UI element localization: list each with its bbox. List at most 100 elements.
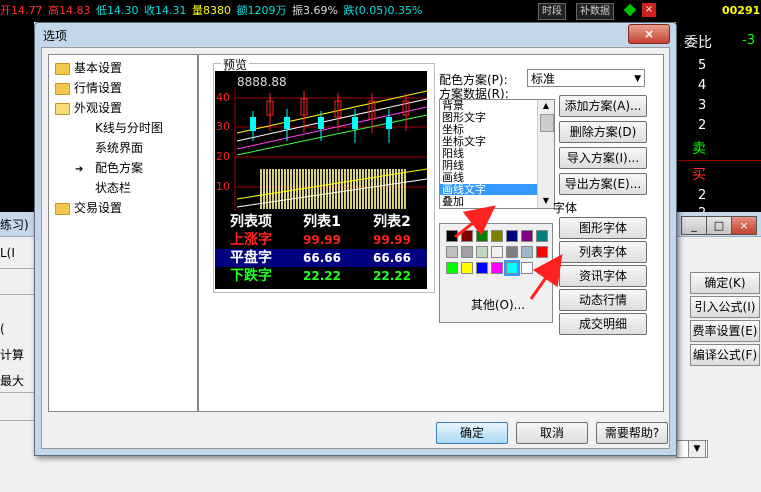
- period-button[interactable]: 时段: [538, 3, 566, 20]
- ask-level: 3: [698, 98, 707, 113]
- trend-line: [236, 106, 427, 150]
- scheme-select-value: 标准: [531, 72, 556, 86]
- other-color-button[interactable]: 其他(O)...: [455, 295, 541, 315]
- list-item[interactable]: 背景: [442, 100, 464, 111]
- color-swatch[interactable]: [461, 246, 473, 258]
- color-swatch[interactable]: [461, 262, 473, 274]
- color-swatch[interactable]: [521, 262, 533, 274]
- tree-item-label: 外观设置: [74, 101, 123, 115]
- rate-settings-button[interactable]: 费率设置(E): [690, 320, 760, 342]
- list-item-selected[interactable]: 画线文字: [440, 184, 538, 195]
- list-item[interactable]: 坐标文字: [442, 136, 486, 147]
- tree-item-color-scheme[interactable]: ➔ 配色方案: [75, 159, 143, 177]
- stock-code: 00291: [722, 4, 761, 17]
- font-group-label: 字体: [553, 201, 578, 215]
- chevron-down-icon[interactable]: ▼: [688, 440, 706, 458]
- ask-level: 2: [698, 118, 707, 133]
- compile-formula-button[interactable]: 编译公式(F): [690, 344, 760, 366]
- y-tick: 10: [216, 180, 230, 193]
- color-swatch[interactable]: [446, 230, 458, 242]
- minimize-button[interactable]: _: [681, 216, 707, 235]
- tree-item-system-ui[interactable]: 系统界面: [95, 139, 143, 157]
- tree-item-kline[interactable]: K线与分时图: [95, 119, 163, 137]
- color-swatch[interactable]: [491, 262, 503, 274]
- color-swatch[interactable]: [476, 246, 488, 258]
- color-swatch[interactable]: [506, 230, 518, 242]
- tree-item-label: 状态栏: [95, 181, 132, 195]
- scroll-up-icon[interactable]: ▲: [539, 100, 553, 112]
- list-scrollbar[interactable]: ▲ ▼: [537, 100, 554, 208]
- weibi-label: 委比: [684, 35, 712, 51]
- color-swatch[interactable]: [476, 262, 488, 274]
- candle: [352, 117, 358, 129]
- folder-open-icon: [55, 102, 70, 115]
- color-swatch[interactable]: [491, 230, 503, 242]
- scheme-select[interactable]: 标准 ▼: [527, 69, 645, 87]
- color-swatch[interactable]: [476, 230, 488, 242]
- table-row: 下跌字 22.22 22.22: [215, 267, 427, 285]
- table-cell: 99.99: [303, 233, 341, 247]
- table-header: 列表2: [373, 214, 411, 230]
- tree-item-market[interactable]: 行情设置: [55, 79, 122, 97]
- color-swatch[interactable]: [504, 260, 520, 276]
- tree-item-basic[interactable]: 基本设置: [55, 59, 122, 77]
- candle: [284, 117, 290, 129]
- list-font-button[interactable]: 列表字体: [559, 241, 647, 263]
- table-header-row: 列表项 列表1 列表2: [215, 213, 427, 231]
- scroll-thumb[interactable]: [540, 114, 554, 132]
- color-swatch[interactable]: [506, 246, 518, 258]
- import-formula-button[interactable]: 引入公式(I): [690, 296, 760, 318]
- color-swatch[interactable]: [536, 246, 548, 258]
- cancel-button[interactable]: 取消: [516, 422, 588, 444]
- color-swatch[interactable]: [461, 230, 473, 242]
- diamond-icon[interactable]: [623, 3, 637, 17]
- chart-font-button[interactable]: 图形字体: [559, 217, 647, 239]
- maximize-button[interactable]: □: [706, 216, 732, 235]
- bg-label: L(I: [0, 246, 15, 260]
- y-tick: 20: [216, 150, 230, 163]
- chevron-down-icon: ▼: [634, 74, 641, 84]
- color-swatch[interactable]: [446, 262, 458, 274]
- color-swatch[interactable]: [521, 246, 533, 258]
- table-cell: 99.99: [373, 233, 411, 247]
- trade-detail-button[interactable]: 成交明细: [559, 313, 647, 335]
- tree-item-appearance[interactable]: 外观设置: [55, 99, 122, 117]
- options-tree: 基本设置 行情设置 外观设置 K线与分时图 系统界面 ➔ 配色方案 状态栏 交易设…: [48, 54, 198, 412]
- list-item[interactable]: 阳线: [442, 148, 464, 159]
- export-scheme-button[interactable]: 导出方案(E)...: [559, 173, 647, 195]
- color-swatch[interactable]: [491, 246, 503, 258]
- color-swatch[interactable]: [446, 246, 458, 258]
- bg-label: 计算: [0, 348, 25, 362]
- dynamic-quote-button[interactable]: 动态行情: [559, 289, 647, 311]
- tree-item-label: 系统界面: [95, 141, 144, 155]
- color-swatch[interactable]: [521, 230, 533, 242]
- preview-table: 列表项 列表1 列表2 上涨字 99.99 99.99 平盘字 66.66 66…: [215, 211, 427, 287]
- ok-button[interactable]: 确定: [436, 422, 508, 444]
- tree-item-statusbar[interactable]: 状态栏: [95, 179, 131, 197]
- scheme-data-list[interactable]: 背景 图形文字 坐标 坐标文字 阳线 阴线 画线 画线文字 叠加 ▲ ▼: [439, 99, 555, 209]
- tree-item-trading[interactable]: 交易设置: [55, 199, 122, 217]
- divider: [0, 420, 34, 421]
- list-item[interactable]: 坐标: [442, 124, 464, 135]
- color-swatch[interactable]: [536, 230, 548, 242]
- list-item[interactable]: 叠加: [442, 196, 464, 207]
- supplement-data-button[interactable]: 补数据: [576, 3, 614, 20]
- folder-icon: [55, 202, 70, 215]
- list-item[interactable]: 图形文字: [442, 112, 486, 123]
- divider: [0, 392, 34, 393]
- ok-k-button[interactable]: 确定(K): [690, 272, 760, 294]
- list-item[interactable]: 阴线: [442, 160, 464, 171]
- bg-close-button[interactable]: ×: [731, 216, 757, 235]
- table-cell: 上涨字: [230, 232, 272, 248]
- scroll-down-icon[interactable]: ▼: [539, 195, 553, 207]
- help-button[interactable]: 需要帮助?: [596, 422, 668, 444]
- import-scheme-button[interactable]: 导入方案(I)...: [559, 147, 647, 169]
- dialog-close-button[interactable]: ×: [628, 24, 670, 44]
- ticker-close: 收14.31: [144, 4, 187, 17]
- list-item[interactable]: 画线: [442, 172, 464, 183]
- delete-scheme-button[interactable]: 删除方案(D): [559, 121, 647, 143]
- add-scheme-button[interactable]: 添加方案(A)...: [559, 95, 647, 117]
- close-icon[interactable]: ×: [642, 3, 656, 17]
- preview-price: 8888.88: [237, 75, 287, 89]
- info-font-button[interactable]: 资讯字体: [559, 265, 647, 287]
